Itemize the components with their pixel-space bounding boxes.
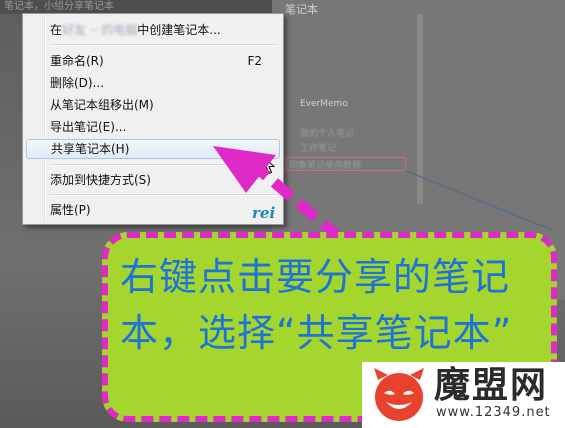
- background-item[interactable]: 工作笔记: [300, 141, 336, 154]
- menu-item-delete[interactable]: 删除(D)...: [26, 73, 280, 93]
- menu-item-rename[interactable]: 重命名(R) F2: [26, 51, 280, 71]
- blurred-computer-name: 好友 ·· 的电脑: [62, 23, 138, 37]
- callout-text: 右键点击要分享的笔记本，选择“共享笔记本”: [120, 255, 513, 355]
- background-item[interactable]: 我的个人笔记: [300, 126, 354, 139]
- menu-item-label: 从笔记本组移出(M): [50, 98, 154, 112]
- mouse-pointer-icon: [262, 156, 276, 175]
- menu-item-suffix: 中创建笔记本...: [137, 23, 221, 37]
- menu-item-label: 导出笔记(E)...: [50, 120, 127, 134]
- menu-item-export-notes[interactable]: 导出笔记(E)...: [26, 117, 280, 137]
- devil-face-logo-icon: [374, 368, 424, 421]
- menu-item-label: 删除(D)...: [50, 76, 105, 90]
- background-item[interactable]: EverMemo: [300, 99, 348, 109]
- context-menu: 在好友 ·· 的电脑中创建笔记本... 重命名(R) F2 删除(D)... 从…: [22, 13, 284, 225]
- logo-name: 魔盟网: [434, 365, 549, 406]
- menu-item-label: 属性(P): [50, 203, 91, 217]
- menu-item-share-notebook[interactable]: 共享笔记本(H): [26, 139, 280, 159]
- logo-url: www.12349.net: [436, 405, 551, 420]
- menu-item-create-notebook[interactable]: 在好友 ·· 的电脑中创建笔记本...: [26, 20, 280, 40]
- menu-item-properties[interactable]: 属性(P): [26, 200, 280, 220]
- menu-item-label: 添加到快捷方式(S): [50, 173, 151, 187]
- menu-item-prefix: 在: [50, 23, 63, 37]
- watermark-rei: rei: [252, 204, 276, 222]
- background-panel-title: 笔记本: [285, 3, 318, 16]
- menu-separator: [50, 164, 278, 166]
- menu-separator: [50, 44, 278, 46]
- menu-separator: [50, 194, 278, 196]
- background-highlight-box: [286, 157, 406, 171]
- menu-item-remove-from-stack[interactable]: 从笔记本组移出(M): [26, 95, 280, 115]
- menu-item-label: 重命名(R): [50, 54, 104, 68]
- menu-item-add-shortcut[interactable]: 添加到快捷方式(S): [26, 170, 280, 190]
- menu-item-label: 共享笔记本(H): [51, 142, 130, 156]
- menu-item-shortcut: F2: [247, 54, 262, 68]
